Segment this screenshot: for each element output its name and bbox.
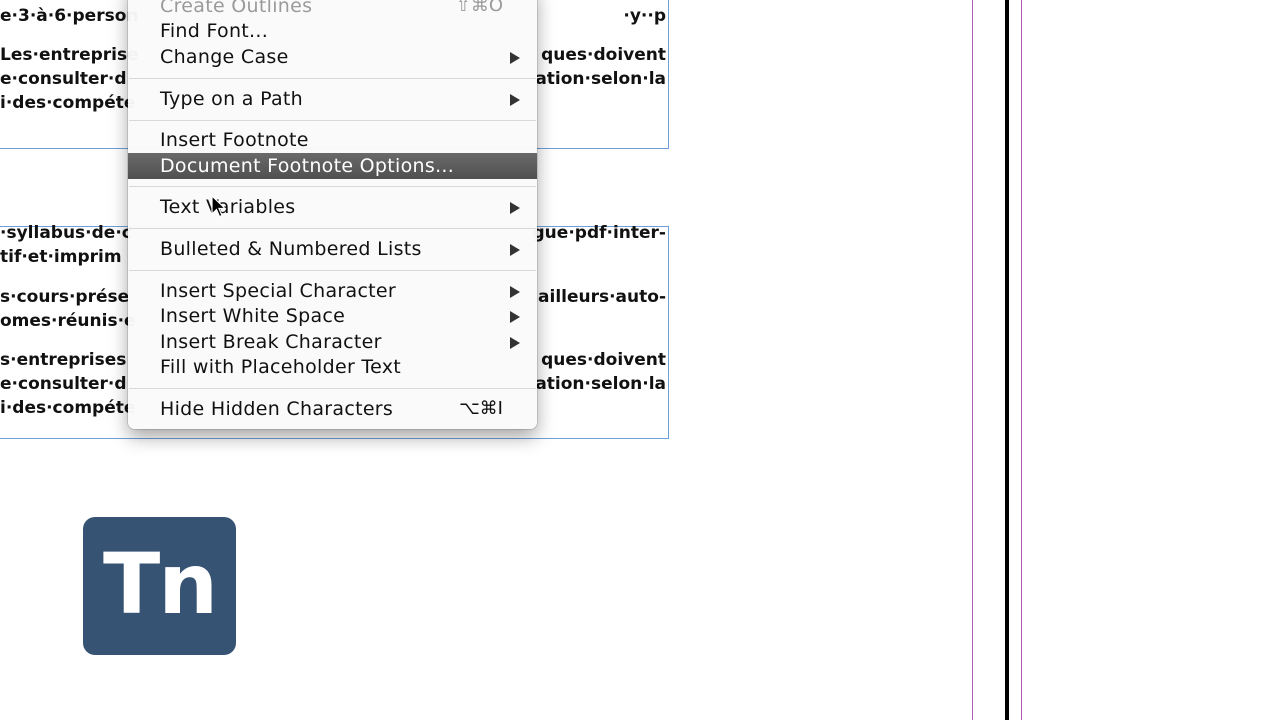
submenu-arrow-icon	[510, 52, 520, 64]
doc-line-left: omes·réunis·e	[0, 311, 136, 331]
doc-line-right: ques·doivent	[541, 45, 666, 65]
logo-text: Tn	[102, 535, 218, 633]
doc-line-right: ation·selon·la	[535, 374, 666, 394]
menu-item-insert-footnote[interactable]: Insert Footnote	[128, 127, 537, 153]
margin-guide	[972, 0, 973, 720]
menu-separator	[129, 388, 536, 389]
submenu-arrow-icon	[510, 202, 520, 214]
submenu-arrow-icon	[510, 311, 520, 323]
menu-item-type-on-a-path[interactable]: Type on a Path	[128, 86, 537, 112]
menu-item-label: Document Footnote Options...	[160, 155, 455, 177]
doc-line-left: tif·et·imprim	[0, 247, 122, 267]
doc-line-left: i·des·compéte	[0, 398, 136, 418]
menu-item-label: Text Variables	[160, 196, 296, 218]
submenu-arrow-icon	[510, 286, 520, 298]
menu-item-insert-break-character[interactable]: Insert Break Character	[128, 329, 537, 355]
menu-item-create-outlines[interactable]: Create Outlines ⇧⌘O	[128, 0, 537, 19]
menu-item-label: Insert White Space	[160, 305, 346, 327]
doc-line-right: ques·doivent	[541, 350, 666, 370]
doc-line-left: s·cours·prése	[0, 287, 130, 307]
doc-line-left: e·consulter·d	[0, 374, 127, 394]
menu-item-label: Change Case	[160, 46, 289, 68]
margin-guide	[1021, 0, 1022, 720]
menu-item-label: Find Font...	[160, 20, 269, 42]
submenu-arrow-icon	[510, 337, 520, 349]
doc-line-left: e·3·à·6·person	[0, 6, 139, 26]
menu-item-insert-special-character[interactable]: Insert Special Character	[128, 278, 537, 304]
menu-item-shortcut: ⌥⌘I	[458, 398, 503, 419]
doc-line-right: ·y··p	[623, 6, 666, 26]
menu-item-label: Fill with Placeholder Text	[160, 356, 402, 378]
menu-item-shortcut: ⇧⌘O	[455, 0, 503, 16]
menu-item-hide-hidden-characters[interactable]: Hide Hidden Characters ⌥⌘I	[128, 396, 537, 422]
menu-item-bulleted-numbered-lists[interactable]: Bulleted & Numbered Lists	[128, 236, 537, 262]
menu-item-document-footnote-options[interactable]: Document Footnote Options...	[128, 153, 537, 179]
menu-item-label: Insert Break Character	[160, 331, 382, 353]
doc-line-right: gue·pdf·inter-	[532, 223, 666, 243]
doc-line-left: e·consulter·d	[0, 69, 127, 89]
menu-item-text-variables[interactable]: Text Variables	[128, 194, 537, 220]
doc-line-left: Les·entreprise	[0, 45, 139, 65]
menu-item-label: Type on a Path	[160, 88, 304, 110]
doc-line-left: ·syllabus·de·c	[0, 223, 132, 243]
doc-line-left: i·des·compéte	[0, 93, 136, 113]
doc-line-right: ailleurs·auto-	[538, 287, 666, 307]
menu-item-label: Insert Special Character	[160, 280, 397, 302]
submenu-arrow-icon	[510, 94, 520, 106]
menu-item-find-font[interactable]: Find Font...	[128, 18, 537, 44]
menu-separator	[129, 270, 536, 271]
type-context-menu: Create Outlines ⇧⌘O Find Font... Change …	[128, 0, 537, 429]
menu-item-label: Hide Hidden Characters	[160, 398, 394, 420]
menu-separator	[129, 78, 536, 79]
menu-item-label: Insert Footnote	[160, 129, 309, 151]
menu-item-label: Create Outlines	[160, 0, 313, 17]
doc-line-left: s·entreprises	[0, 350, 127, 370]
doc-line-right: ation·selon·la	[535, 69, 666, 89]
menu-item-fill-with-placeholder-text[interactable]: Fill with Placeholder Text	[128, 354, 537, 380]
menu-separator	[129, 186, 536, 187]
menu-separator	[129, 228, 536, 229]
page-edge	[1005, 0, 1009, 720]
submenu-arrow-icon	[510, 244, 520, 256]
menu-item-change-case[interactable]: Change Case	[128, 44, 537, 70]
mouse-pointer-icon	[211, 195, 227, 218]
tn-logo: Tn	[83, 517, 236, 655]
menu-item-label: Bulleted & Numbered Lists	[160, 238, 422, 260]
menu-separator	[129, 120, 536, 121]
menu-item-insert-white-space[interactable]: Insert White Space	[128, 303, 537, 329]
